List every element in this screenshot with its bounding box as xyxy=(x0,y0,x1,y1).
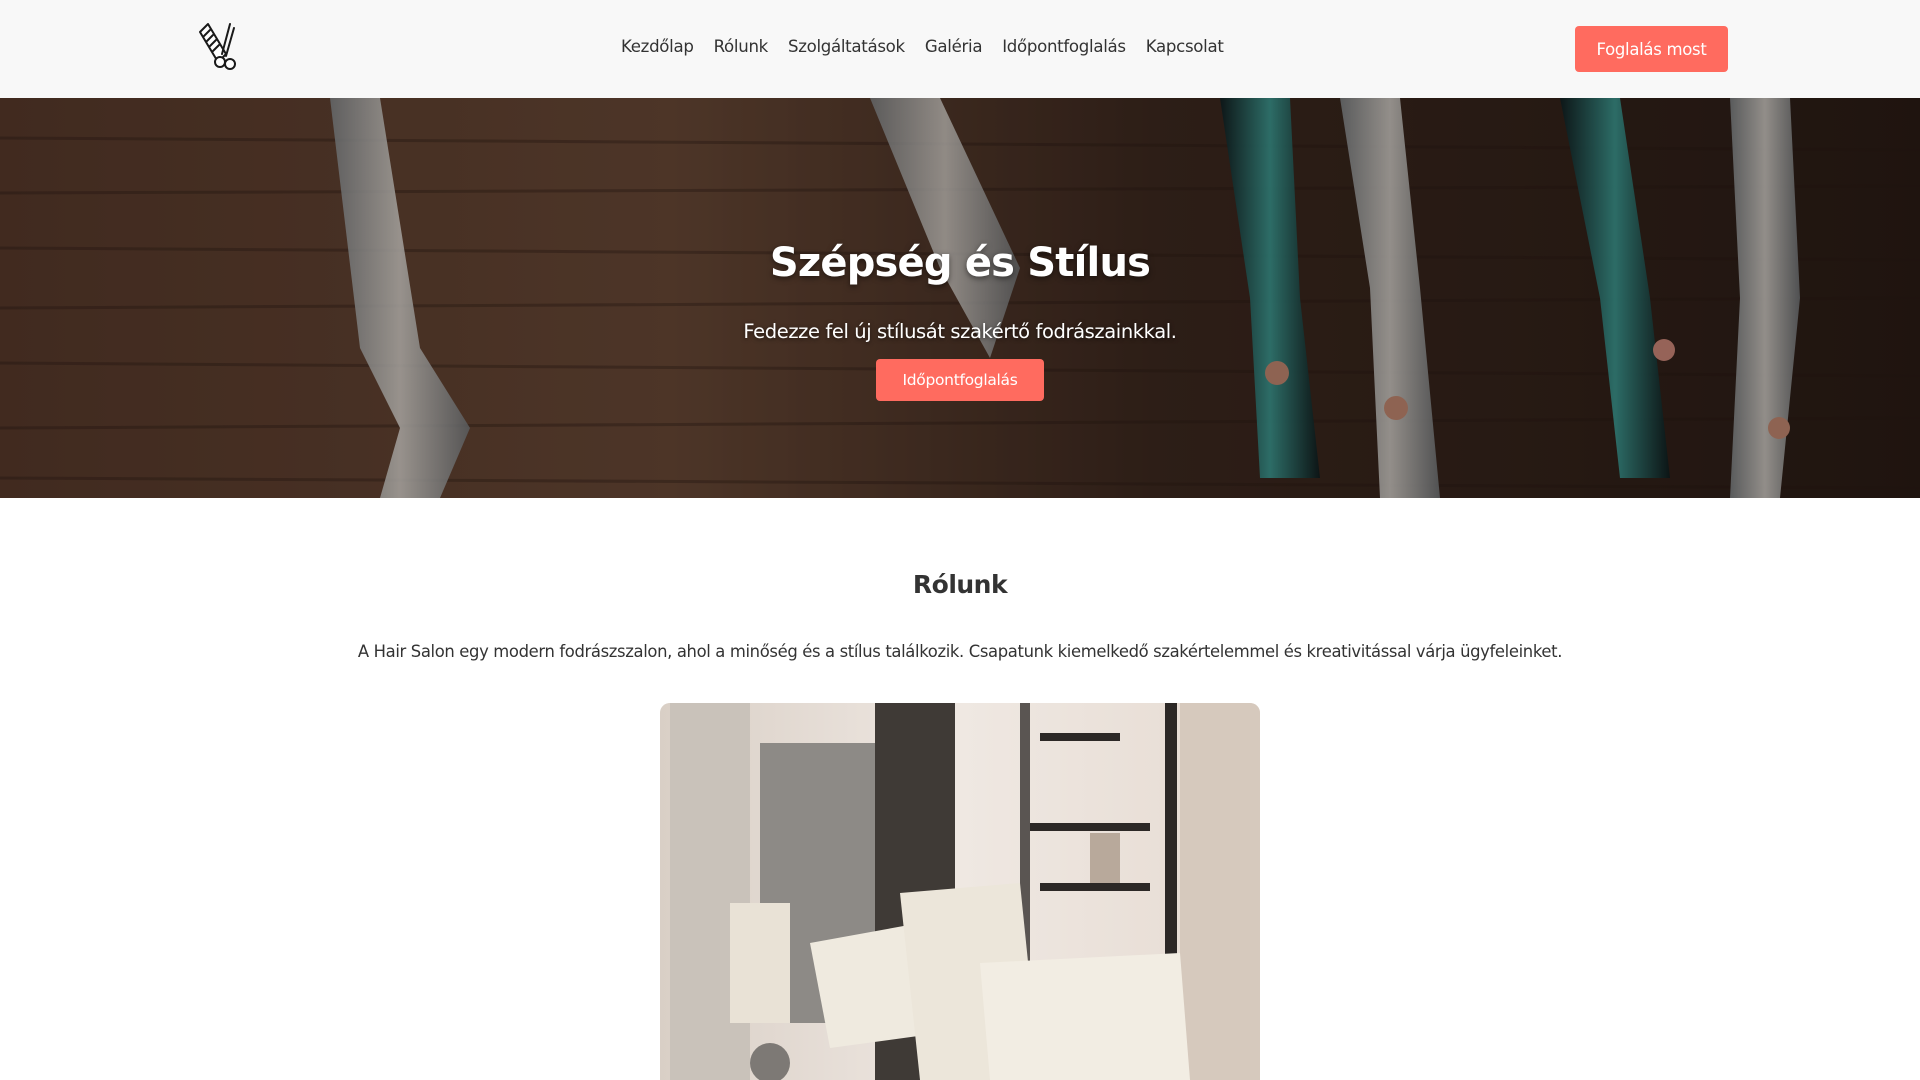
book-now-button[interactable]: Foglalás most xyxy=(1575,26,1728,72)
about-title: Rólunk xyxy=(912,570,1008,599)
main-nav: Kezdőlap Rólunk Szolgáltatások Galéria I… xyxy=(621,37,1224,56)
about-text: A Hair Salon egy modern fodrászszalon, a… xyxy=(357,642,1563,661)
nav-item-kezdolap[interactable]: Kezdőlap xyxy=(621,37,694,56)
nav-item-szolgaltatasok[interactable]: Szolgáltatások xyxy=(788,37,905,56)
nav-item-rolunk[interactable]: Rólunk xyxy=(714,37,769,56)
hero-section: Szépség és Stílus Fedezze fel új stílusá… xyxy=(0,98,1920,498)
hero-title: Szépség és Stílus xyxy=(769,240,1151,286)
hero-subtitle: Fedezze fel új stílusát szakértő fodrász… xyxy=(743,320,1177,343)
salon-interior-photo xyxy=(660,703,1260,1080)
hero-booking-button[interactable]: Időpontfoglalás xyxy=(876,359,1044,401)
nav-item-idopontfoglalas[interactable]: Időpontfoglalás xyxy=(1002,37,1126,56)
scissors-comb-icon[interactable] xyxy=(196,20,240,72)
about-section: Rólunk A Hair Salon egy modern fodrászsz… xyxy=(0,498,1920,1080)
site-header: Kezdőlap Rólunk Szolgáltatások Galéria I… xyxy=(0,0,1920,98)
nav-item-galeria[interactable]: Galéria xyxy=(925,37,983,56)
nav-item-kapcsolat[interactable]: Kapcsolat xyxy=(1146,37,1224,56)
